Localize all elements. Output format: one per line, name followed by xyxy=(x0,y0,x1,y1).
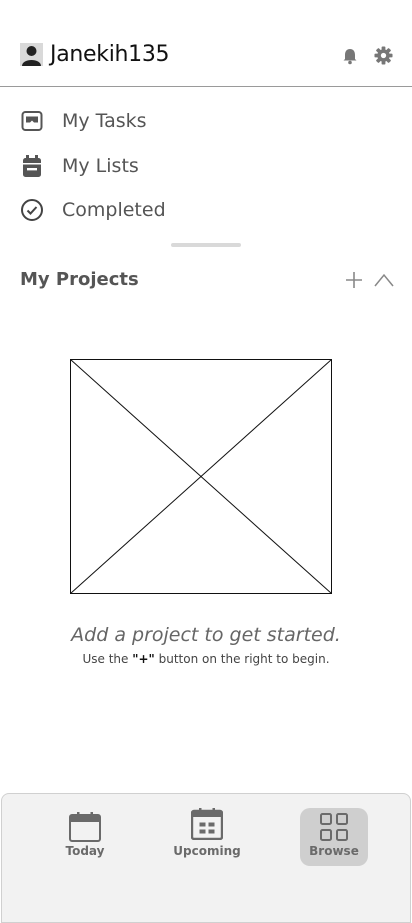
calendar-list-icon xyxy=(20,154,44,178)
plus-icon[interactable] xyxy=(344,270,364,290)
gear-icon[interactable] xyxy=(374,46,393,65)
menu-item-completed[interactable]: Completed xyxy=(0,188,412,232)
bottom-navigation: Today Upcoming Browse xyxy=(1,793,411,923)
person-icon xyxy=(22,46,41,66)
empty-state-title: Add a project to get started. xyxy=(71,624,341,646)
tab-label: Upcoming xyxy=(173,844,241,858)
section-title: My Projects xyxy=(20,269,139,290)
chevron-up-icon[interactable] xyxy=(373,270,395,290)
menu-item-my-lists[interactable]: My Lists xyxy=(0,144,412,188)
tab-upcoming[interactable]: Upcoming xyxy=(173,808,241,866)
check-circle-icon xyxy=(20,198,44,222)
menu-item-label: My Tasks xyxy=(62,110,147,132)
calendar-icon xyxy=(69,812,101,842)
inbox-icon xyxy=(20,109,44,133)
bell-icon[interactable] xyxy=(341,47,359,65)
menu-item-my-tasks[interactable]: My Tasks xyxy=(0,99,412,143)
username: Janekih135 xyxy=(50,42,170,67)
empty-state-subtitle: Use the "+" button on the right to begin… xyxy=(82,652,330,666)
tab-browse[interactable]: Browse xyxy=(300,808,368,866)
grid-icon xyxy=(320,813,348,841)
tab-label: Today xyxy=(65,844,105,858)
calendar-grid-icon xyxy=(191,808,223,840)
drag-handle[interactable] xyxy=(171,243,241,247)
avatar[interactable] xyxy=(20,43,43,66)
menu-item-label: My Lists xyxy=(62,155,139,177)
menu-item-label: Completed xyxy=(62,199,166,221)
tab-label: Browse xyxy=(309,844,359,858)
placeholder-image xyxy=(70,359,332,594)
tab-today[interactable]: Today xyxy=(51,808,119,866)
